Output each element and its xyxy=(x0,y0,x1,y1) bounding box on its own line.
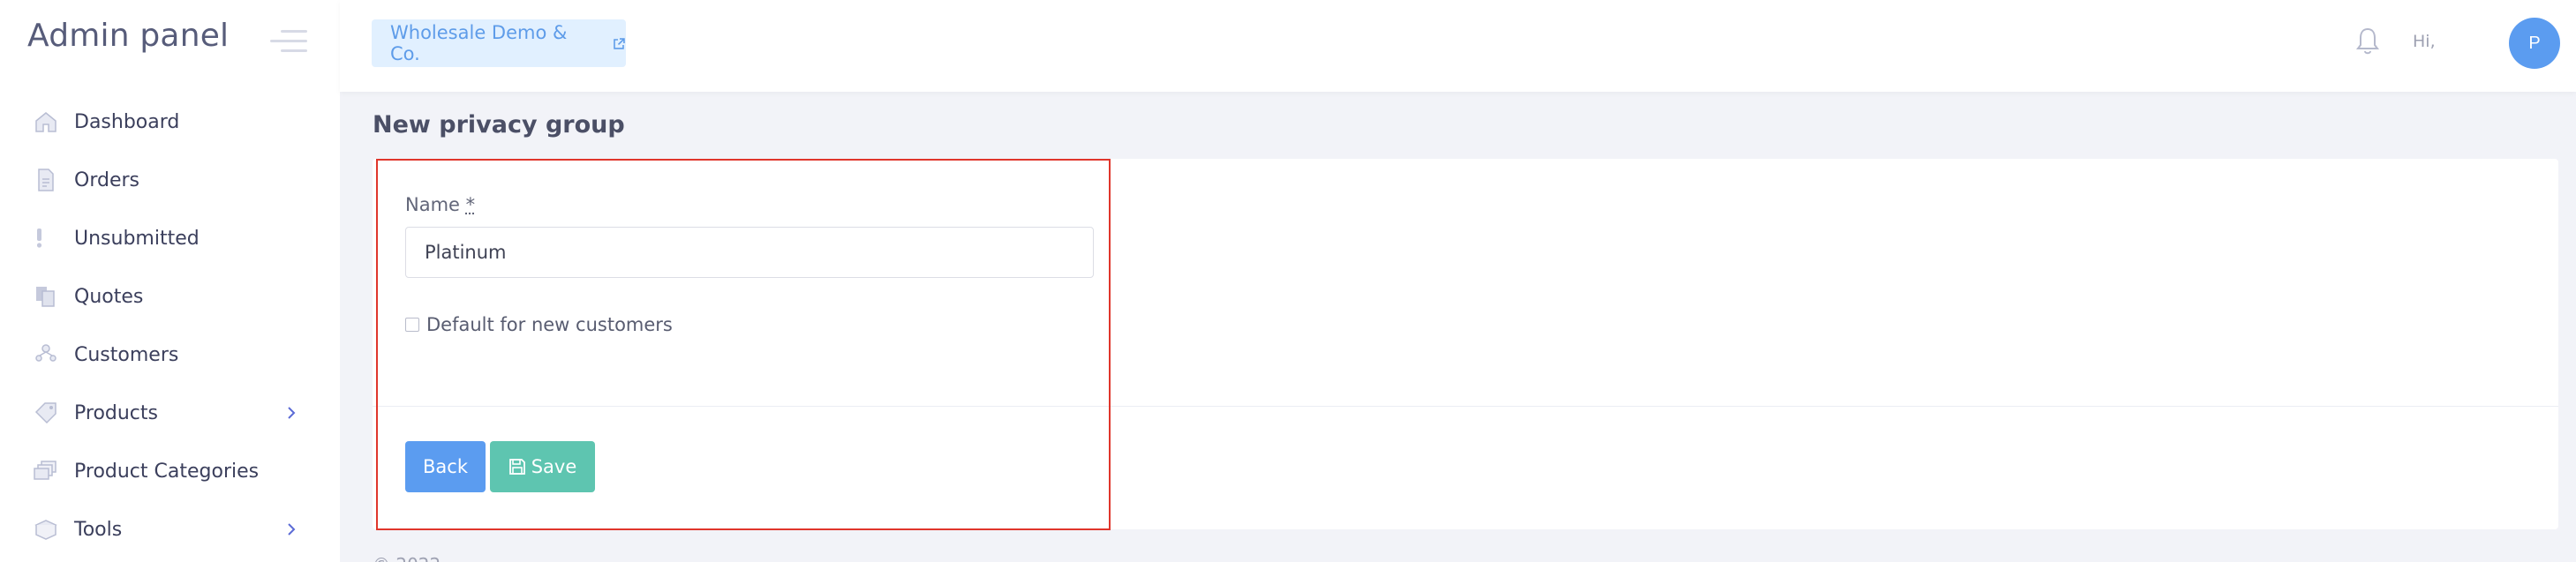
sidebar-item-orders[interactable]: Orders xyxy=(0,151,340,209)
default-customers-label: Default for new customers xyxy=(426,314,673,335)
sidebar-item-label: Quotes xyxy=(74,286,143,308)
sidebar-item-dashboard[interactable]: Dashboard xyxy=(0,93,340,151)
sidebar-item-tools[interactable]: Tools xyxy=(0,500,340,558)
back-button-label: Back xyxy=(423,456,468,477)
sidebar-item-label: Dashboard xyxy=(74,111,179,133)
users-icon xyxy=(34,343,58,366)
footer-copyright: © 2022 xyxy=(373,554,441,562)
box-icon xyxy=(34,518,58,541)
name-input[interactable] xyxy=(405,227,1094,278)
sidebar: Admin panel Dashboard Orders Unsubmitted… xyxy=(0,0,340,562)
avatar[interactable]: P xyxy=(2509,18,2560,69)
card-divider xyxy=(373,406,2558,407)
document-icon xyxy=(34,169,58,191)
store-link-label: Wholesale Demo & Co. xyxy=(390,22,602,64)
sidebar-item-label: Product Categories xyxy=(74,461,259,483)
external-link-icon xyxy=(613,37,626,50)
sidebar-item-label: Orders xyxy=(74,169,139,191)
default-customers-option[interactable]: Default for new customers xyxy=(405,314,673,335)
sidebar-item-quotes[interactable]: Quotes xyxy=(0,267,340,326)
floppy-disk-icon xyxy=(508,458,526,476)
back-button[interactable]: Back xyxy=(405,441,486,492)
save-button[interactable]: Save xyxy=(490,441,595,492)
files-icon xyxy=(34,285,58,308)
sidebar-item-label: Customers xyxy=(74,344,178,366)
name-field-label: Name * xyxy=(405,194,475,215)
menu-toggle-icon[interactable] xyxy=(270,28,307,55)
exclamation-icon xyxy=(34,227,58,250)
home-icon xyxy=(34,110,58,133)
sidebar-item-customers[interactable]: Customers xyxy=(0,326,340,384)
layers-icon xyxy=(34,460,58,483)
required-marker: * xyxy=(466,194,476,215)
sidebar-item-label: Products xyxy=(74,402,158,424)
bell-icon[interactable] xyxy=(2354,26,2381,56)
user-greeting: Hi, xyxy=(2413,32,2436,51)
sidebar-nav: Dashboard Orders Unsubmitted Quotes Cust… xyxy=(0,93,340,558)
sidebar-item-product-categories[interactable]: Product Categories xyxy=(0,442,340,500)
form-card xyxy=(373,159,2558,529)
name-label-text: Name xyxy=(405,194,460,215)
save-button-label: Save xyxy=(531,456,577,477)
chevron-right-icon xyxy=(284,520,298,539)
tag-icon xyxy=(34,401,58,424)
brand-title: Admin panel xyxy=(27,18,229,54)
sidebar-item-products[interactable]: Products xyxy=(0,384,340,442)
sidebar-item-unsubmitted[interactable]: Unsubmitted xyxy=(0,209,340,267)
store-link-button[interactable]: Wholesale Demo & Co. xyxy=(372,19,626,67)
chevron-right-icon xyxy=(284,403,298,423)
page-title: New privacy group xyxy=(373,111,625,139)
sidebar-item-label: Tools xyxy=(74,519,122,541)
topbar: Wholesale Demo & Co. Hi, P xyxy=(340,0,2576,92)
default-customers-checkbox[interactable] xyxy=(405,318,419,332)
sidebar-item-label: Unsubmitted xyxy=(74,228,200,250)
